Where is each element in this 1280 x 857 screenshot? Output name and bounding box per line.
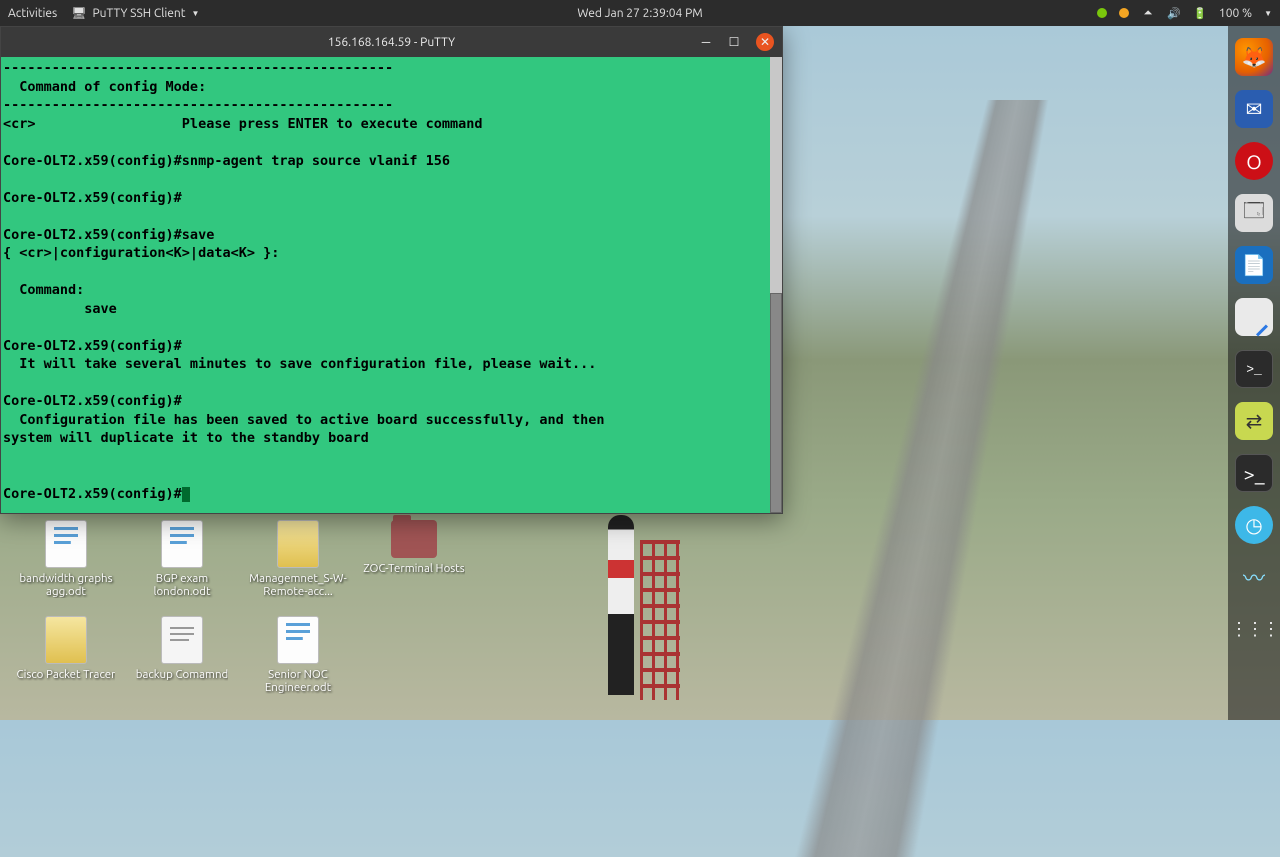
volume-icon[interactable]: 🔊: [1167, 6, 1181, 20]
dock-gedit[interactable]: [1235, 298, 1273, 336]
desktop-icon-label: Senior NOC Engineer.odt: [242, 668, 354, 694]
desktop-icon-label: BGP exam london.odt: [126, 572, 238, 598]
terminal-cursor: [182, 487, 190, 502]
putty-title: 156.168.164.59 - PuTTY: [328, 36, 455, 49]
dock-files[interactable]: 🗔: [1235, 194, 1273, 232]
status-green-icon[interactable]: [1097, 8, 1107, 18]
dock: 🦊 ✉ O 🗔 📄 >_ ⇄ >_ ◷ 〰 ⋮⋮⋮: [1228, 26, 1280, 720]
terminal-scroll-thumb[interactable]: [770, 293, 782, 513]
minimize-button[interactable]: ─: [692, 28, 720, 56]
desktop-icon[interactable]: Managemnet_S-W-Remote-acc...: [240, 520, 356, 598]
putty-window: 156.168.164.59 - PuTTY ─ ☐ ✕ -----------…: [0, 26, 783, 514]
chevron-down-icon: ▼: [191, 9, 199, 18]
desktop-icon[interactable]: BGP exam london.odt: [124, 520, 240, 598]
system-tray: ⏶ 🔊 🔋 100 % ▼: [1097, 6, 1272, 20]
doc-icon: [45, 520, 87, 568]
desktop-icon-label: Managemnet_S-W-Remote-acc...: [242, 572, 354, 598]
system-menu-chevron-icon[interactable]: ▼: [1264, 9, 1272, 18]
desktop-icon-label: bandwidth graphs agg.odt: [10, 572, 122, 598]
wallpaper-rocket: [608, 515, 634, 695]
dock-terminal-2[interactable]: >_: [1235, 454, 1273, 492]
terminal-text: ----------------------------------------…: [3, 60, 604, 502]
close-button[interactable]: ✕: [756, 33, 774, 51]
wallpaper-tower: [640, 540, 680, 700]
gnome-topbar: Activities 🖥 PuTTY SSH Client ▼ Wed Jan …: [0, 0, 1280, 26]
terminal-body[interactable]: ----------------------------------------…: [1, 57, 782, 513]
terminal-scrollbar[interactable]: [770, 57, 782, 513]
desktop-icon-label: ZOC-Terminal Hosts: [363, 562, 465, 575]
activities-button[interactable]: Activities: [8, 7, 57, 20]
app-icon: [277, 520, 319, 568]
dock-firefox[interactable]: 🦊: [1235, 38, 1273, 76]
putty-titlebar[interactable]: 156.168.164.59 - PuTTY ─ ☐ ✕: [1, 27, 782, 57]
desktop-icon[interactable]: Senior NOC Engineer.odt: [240, 616, 356, 694]
dock-winbox[interactable]: ◷: [1235, 506, 1273, 544]
desktop-icon-label: Cisco Packet Tracer: [17, 668, 116, 681]
desktop-icon[interactable]: Cisco Packet Tracer: [8, 616, 124, 694]
dock-putty[interactable]: ⇄: [1235, 402, 1273, 440]
status-orange-icon[interactable]: [1119, 8, 1129, 18]
dock-edge[interactable]: 〰: [1235, 558, 1273, 596]
battery-icon[interactable]: 🔋: [1193, 6, 1207, 20]
network-icon[interactable]: ⏶: [1141, 6, 1155, 20]
app-menu[interactable]: 🖥 PuTTY SSH Client ▼: [71, 6, 199, 20]
app-menu-label: PuTTY SSH Client: [92, 7, 185, 20]
maximize-button[interactable]: ☐: [720, 28, 748, 56]
txt-icon: [161, 616, 203, 664]
dock-thunderbird[interactable]: ✉: [1235, 90, 1273, 128]
dock-show-apps[interactable]: ⋮⋮⋮: [1235, 610, 1273, 648]
desktop-icon-label: backup Comamnd: [136, 668, 229, 681]
dock-writer[interactable]: 📄: [1235, 246, 1273, 284]
dock-opera[interactable]: O: [1235, 142, 1273, 180]
app-icon: [45, 616, 87, 664]
desktop-icon[interactable]: bandwidth graphs agg.odt: [8, 520, 124, 598]
clock[interactable]: Wed Jan 27 2:39:04 PM: [577, 7, 702, 20]
dock-terminal[interactable]: >_: [1235, 350, 1273, 388]
doc-icon: [277, 616, 319, 664]
battery-percent: 100 %: [1219, 7, 1252, 20]
desktop-icon-area: bandwidth graphs agg.odtBGP exam london.…: [8, 520, 608, 712]
desktop-icon[interactable]: backup Comamnd: [124, 616, 240, 694]
desktop-icon[interactable]: ZOC-Terminal Hosts: [356, 520, 472, 598]
doc-icon: [161, 520, 203, 568]
folder-icon: [391, 520, 437, 558]
putty-tray-icon: 🖥: [71, 6, 86, 20]
